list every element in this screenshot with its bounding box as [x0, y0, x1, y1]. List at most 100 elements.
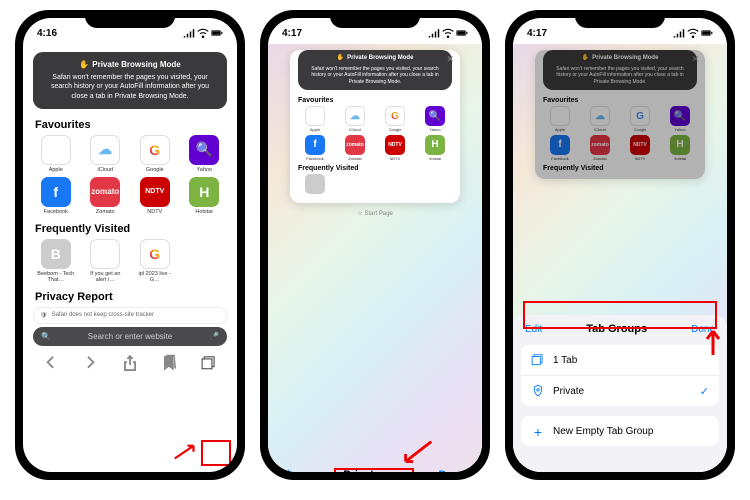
row-private[interactable]: Private ✓	[521, 376, 719, 406]
facebook-icon: f	[41, 177, 71, 207]
status-time: 4:17	[282, 28, 302, 39]
freq-beebom[interactable]: BBeebom - Tech That…	[33, 239, 79, 283]
status-indicators	[183, 28, 223, 38]
edit-button[interactable]: Edit	[525, 324, 542, 335]
phone-3: 4:17 ✕ ✋Private Browsing ModeSafari won'…	[505, 10, 735, 480]
fav-hotstar[interactable]: HHotstar	[182, 177, 228, 215]
back-icon[interactable]	[42, 354, 60, 372]
phone-inner: 4:16 ✋ Private Browsing Mode Safari won'…	[23, 18, 237, 472]
banner-body: Safari won't remember the pages you visi…	[43, 73, 217, 100]
mini-freq-header: Frequently Visited	[290, 164, 460, 173]
done-button[interactable]: Done	[439, 469, 467, 472]
yahoo-icon: 🔍	[189, 135, 219, 165]
search-placeholder: Search or enter website	[56, 332, 204, 341]
search-bar[interactable]: 🔍 Search or enter website 🎤	[33, 327, 227, 346]
row-label: 1 Tab	[553, 355, 577, 366]
fav-facebook[interactable]: fFacebook	[33, 177, 79, 215]
done-button[interactable]: Done	[691, 324, 715, 335]
apple-icon	[90, 239, 120, 269]
ndtv-icon: NDTV	[140, 177, 170, 207]
status-indicators	[673, 28, 713, 38]
zomato-icon: zomato	[345, 135, 365, 155]
screen-3: ✕ ✋Private Browsing ModeSafari won't rem…	[513, 44, 727, 472]
tabs-icon[interactable]	[200, 354, 218, 372]
share-icon[interactable]	[121, 354, 139, 372]
highlight-arrow	[171, 438, 201, 464]
tab-group-list: 1 Tab Private ✓	[521, 345, 719, 406]
frequent-header: Frequently Visited	[23, 221, 237, 237]
google-icon: G	[140, 239, 170, 269]
beebom-icon: B	[41, 239, 71, 269]
mini-banner-title: ✋Private Browsing Mode	[304, 55, 446, 63]
freq-apple-alert[interactable]: If you get an alert i…	[83, 239, 129, 283]
close-tab-icon[interactable]: ✕	[446, 54, 454, 65]
privacy-header: Privacy Report	[23, 289, 237, 305]
shield-icon: 🛡	[40, 312, 48, 319]
phone-1: 4:16 ✋ Private Browsing Mode Safari won'…	[15, 10, 245, 480]
phone-inner: 4:17 ✕ ✋Private Browsing ModeSafari won'…	[513, 18, 727, 472]
row-1-tab[interactable]: 1 Tab	[521, 345, 719, 376]
favourites-grid: Apple ☁iCloud GGoogle 🔍Yahoo fFacebook z…	[23, 133, 237, 221]
row-label: New Empty Tab Group	[553, 426, 653, 437]
bottom-toolbar	[23, 349, 237, 382]
wifi-icon	[197, 28, 209, 38]
tab-overview-bar: + Private⌄ Done	[268, 456, 482, 472]
tab-thumbnail[interactable]: ✕ ✋Private Browsing Mode Safari won't re…	[290, 50, 460, 203]
highlight-box	[201, 440, 231, 466]
private-banner: ✋ Private Browsing Mode Safari won't rem…	[33, 52, 227, 109]
notch	[575, 10, 665, 28]
fav-yahoo[interactable]: 🔍Yahoo	[182, 135, 228, 173]
tab-groups-sheet: Edit Tab Groups Done 1 Tab Private ✓	[513, 315, 727, 472]
fav-ndtv[interactable]: NDTVNDTV	[132, 177, 178, 215]
tab-group-button[interactable]: Private⌄	[343, 469, 388, 472]
new-tab-button[interactable]: +	[284, 466, 293, 472]
signal-icon	[183, 28, 195, 38]
signal-icon	[428, 28, 440, 38]
forward-icon[interactable]	[81, 354, 99, 372]
row-label: Private	[553, 386, 584, 397]
mini-freq-grid	[290, 173, 460, 197]
notch	[85, 10, 175, 28]
fav-google[interactable]: GGoogle	[132, 135, 178, 173]
signal-icon	[673, 28, 685, 38]
notch	[330, 10, 420, 28]
beebom-icon	[305, 174, 325, 194]
battery-icon	[456, 28, 468, 38]
bookmarks-icon[interactable]	[161, 354, 179, 372]
status-indicators	[428, 28, 468, 38]
tabs-count-icon	[531, 353, 545, 367]
hand-icon: ✋	[337, 55, 344, 63]
fav-zomato[interactable]: zomatoZomato	[83, 177, 129, 215]
start-page-label: ☆Start Page	[268, 207, 482, 220]
privacy-card[interactable]: 🛡 Safari does not keep cross-site tracke…	[33, 307, 227, 324]
mini-fav-grid: Apple ☁iCloud GGoogle 🔍Yahoo fFacebook z…	[290, 105, 460, 164]
check-icon: ✓	[700, 385, 709, 398]
private-icon	[531, 384, 545, 398]
row-new-group[interactable]: + New Empty Tab Group	[521, 416, 719, 446]
fav-apple[interactable]: Apple	[33, 135, 79, 173]
cloud-icon: ☁	[90, 135, 120, 165]
favourites-header: Favourites	[23, 117, 237, 133]
new-group-section: + New Empty Tab Group	[521, 416, 719, 446]
chevron-down-icon: ⌄	[382, 471, 389, 473]
fav-icloud[interactable]: ☁iCloud	[83, 135, 129, 173]
yahoo-icon: 🔍	[425, 106, 445, 126]
phone-2: 4:17 ✕ ✋Private Browsing Mode Safari won…	[260, 10, 490, 480]
cloud-icon: ☁	[345, 106, 365, 126]
screen-2: ✕ ✋Private Browsing Mode Safari won't re…	[268, 44, 482, 472]
battery-icon	[701, 28, 713, 38]
dimmed-background: ✕ ✋Private Browsing ModeSafari won't rem…	[513, 50, 727, 179]
mini-banner: ✋Private Browsing Mode Safari won't reme…	[298, 50, 452, 90]
wifi-icon	[687, 28, 699, 38]
apple-icon	[305, 106, 325, 126]
tab-thumbnail-dimmed: ✕ ✋Private Browsing ModeSafari won't rem…	[535, 50, 705, 179]
phone-inner: 4:17 ✕ ✋Private Browsing Mode Safari won…	[268, 18, 482, 472]
sheet-header: Edit Tab Groups Done	[513, 315, 727, 343]
google-icon: G	[385, 106, 405, 126]
hand-icon: ✋	[79, 60, 89, 70]
zomato-icon: zomato	[90, 177, 120, 207]
freq-ipl[interactable]: Gipl 2023 live - G…	[132, 239, 178, 283]
apple-icon	[41, 135, 71, 165]
battery-icon	[211, 28, 223, 38]
facebook-icon: f	[305, 135, 325, 155]
